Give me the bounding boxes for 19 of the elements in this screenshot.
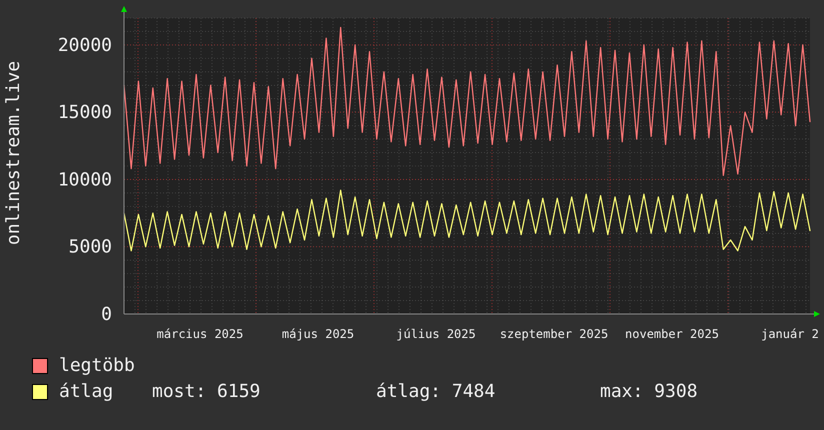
x-tick-label: július 2025 <box>396 327 476 341</box>
y-tick-label: 0 <box>101 304 112 325</box>
legend-label: legtöbb <box>59 355 136 377</box>
y-tick-label: 15000 <box>58 102 112 124</box>
stat-value: max: 9308 <box>600 381 699 403</box>
x-tick-label: január 2 <box>761 327 819 341</box>
y-tick-label: 10000 <box>58 169 112 190</box>
stat-value: most: 6159 <box>152 381 262 403</box>
y-tick-label: 20000 <box>58 34 112 56</box>
stat-value: átlag: 7484 <box>376 381 496 403</box>
y-tick-label: 5000 <box>68 236 112 258</box>
legend-swatch <box>32 384 48 400</box>
legend-swatch <box>32 358 48 374</box>
axis-title: onlinestream.live <box>5 60 23 245</box>
x-tick-label: május 2025 <box>282 327 354 341</box>
x-tick-label: november 2025 <box>625 327 719 341</box>
x-tick-label: szeptember 2025 <box>500 327 608 341</box>
legend-label: átlag <box>59 381 114 403</box>
x-tick-label: március 2025 <box>156 327 244 341</box>
